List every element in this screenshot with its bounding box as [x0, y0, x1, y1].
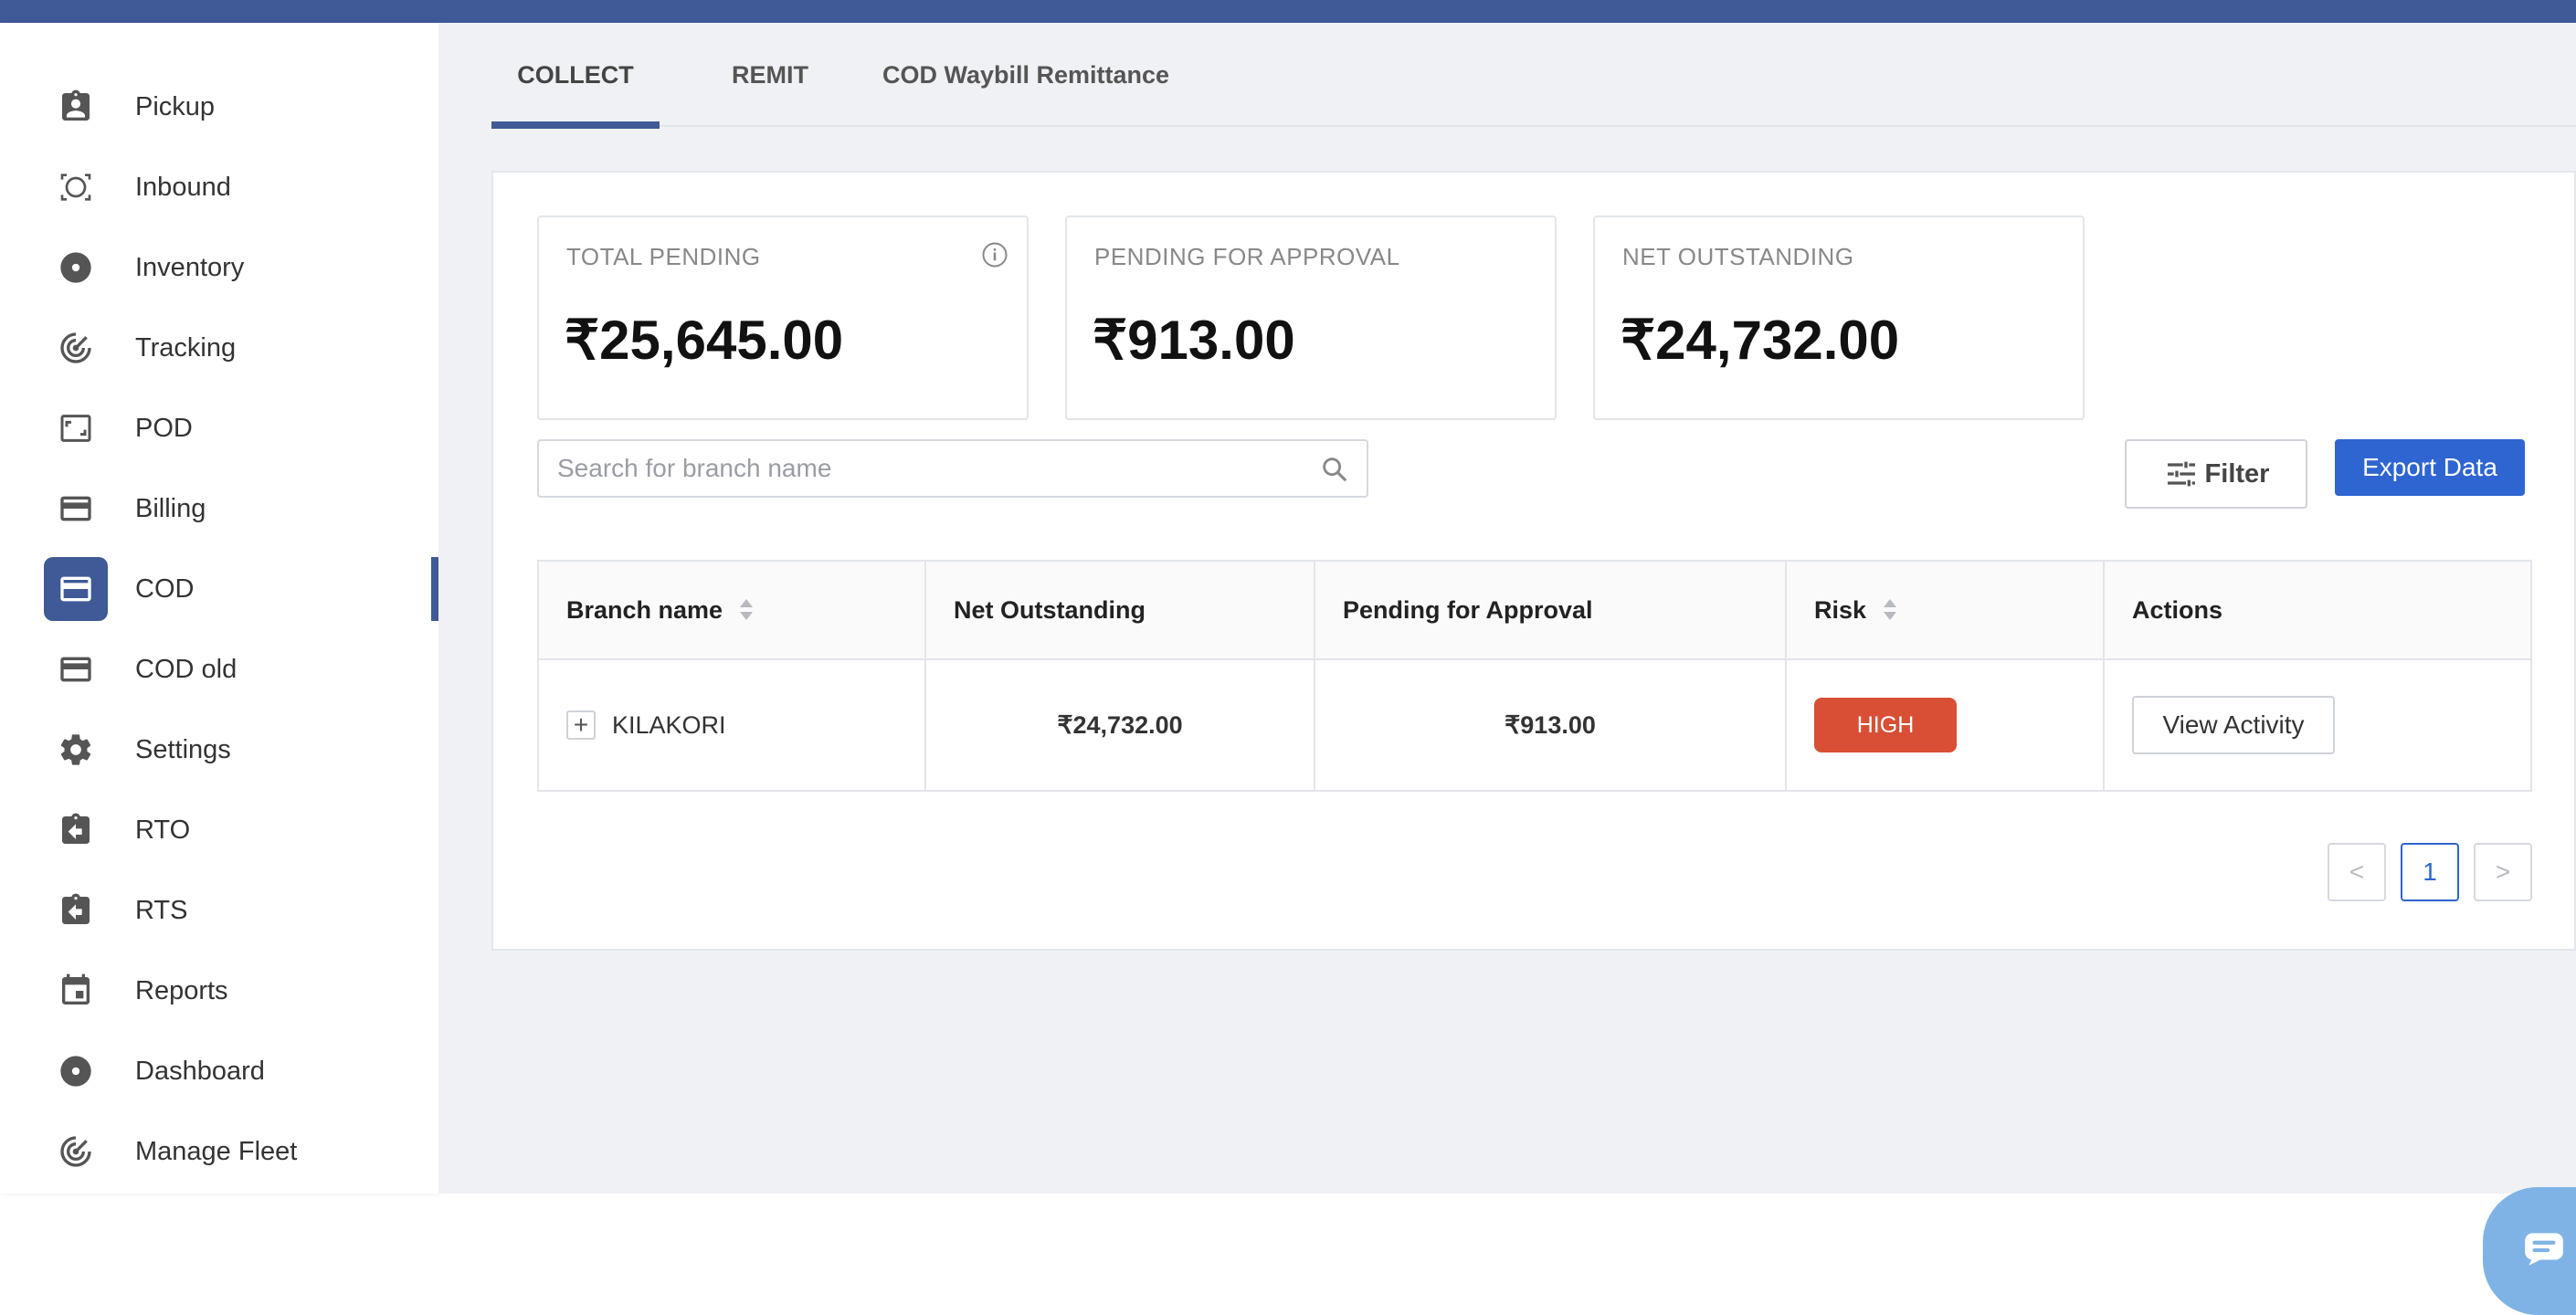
main-content: COLLECT REMIT COD Waybill Remittance TOT…	[438, 23, 2576, 1194]
sidebar-item-label: RTO	[135, 815, 191, 845]
cell-actions: View Activity	[2105, 660, 2530, 790]
sidebar-item-inventory[interactable]: Inventory	[0, 227, 438, 308]
credit-card-icon	[44, 477, 108, 541]
prev-page-button[interactable]: <	[2328, 843, 2386, 901]
export-data-button[interactable]: Export Data	[2335, 439, 2525, 496]
sidebar-item-rts[interactable]: RTS	[0, 870, 438, 951]
disc-icon	[44, 1039, 108, 1103]
sidebar-item-label: RTS	[135, 895, 188, 925]
sidebar-item-pickup[interactable]: Pickup	[0, 67, 438, 147]
header-branch-name[interactable]: Branch name	[539, 562, 926, 658]
sidebar: Pickup Inbound Inventory Tracking POD Bi…	[0, 23, 440, 1194]
stat-title: PENDING FOR APPROVAL	[1094, 243, 1400, 270]
filter-button[interactable]: Filter	[2125, 439, 2307, 509]
sidebar-item-cod-old[interactable]: COD old	[0, 629, 438, 710]
cell-pending-approval: ₹913.00	[1315, 660, 1787, 790]
cell-net-outstanding: ₹24,732.00	[926, 660, 1315, 790]
photo-frame-icon	[44, 396, 108, 460]
page-number-button[interactable]: 1	[2401, 843, 2459, 901]
stat-value: ₹25,645.00	[565, 310, 844, 371]
sidebar-item-label: Tracking	[135, 332, 237, 363]
table-row: + KILAKORI ₹24,732.00 ₹913.00 HIGH View …	[539, 660, 2530, 790]
sidebar-item-label: Pickup	[135, 91, 216, 121]
radar-icon	[44, 1120, 108, 1184]
sidebar-item-label: Inventory	[135, 252, 245, 282]
filter-label: Filter	[2204, 458, 2270, 489]
tab-cod-waybill-remittance[interactable]: COD Waybill Remittance	[881, 23, 1171, 127]
sort-icon[interactable]	[739, 597, 754, 623]
sort-icon[interactable]	[1883, 597, 1897, 623]
sidebar-item-tracking[interactable]: Tracking	[0, 308, 438, 388]
sliders-icon	[2167, 461, 2195, 487]
search-input[interactable]	[557, 450, 1288, 487]
radar-icon	[44, 316, 108, 380]
header-actions: Actions	[2132, 595, 2223, 624]
sidebar-item-manage-fleet[interactable]: Manage Fleet	[0, 1111, 438, 1192]
stat-net-outstanding: NET OUTSTANDING ₹24,732.00	[1593, 216, 2085, 420]
branch-name: KILAKORI	[612, 710, 726, 739]
chat-widget-button[interactable]	[2483, 1187, 2576, 1315]
chat-icon	[2525, 1233, 2563, 1266]
credit-card-icon	[44, 557, 108, 621]
stat-total-pending: TOTAL PENDING ₹25,645.00	[537, 216, 1029, 420]
search-box	[537, 439, 1368, 498]
stat-value: ₹913.00	[1093, 310, 1295, 371]
branch-table: Branch name Net Outstanding Pending for …	[537, 560, 2532, 792]
sidebar-item-settings[interactable]: Settings	[0, 710, 438, 790]
disc-icon	[44, 236, 108, 300]
search-icon[interactable]	[1319, 454, 1350, 485]
clipboard-return-icon	[44, 878, 108, 942]
info-icon[interactable]	[981, 241, 1008, 268]
table-header-row: Branch name Net Outstanding Pending for …	[539, 562, 2530, 660]
sidebar-item-label: COD old	[135, 654, 238, 684]
next-page-button[interactable]: >	[2474, 843, 2532, 901]
sidebar-item-billing[interactable]: Billing	[0, 468, 438, 549]
stat-pending-approval: PENDING FOR APPROVAL ₹913.00	[1065, 216, 1557, 420]
sidebar-item-dashboard[interactable]: Dashboard	[0, 1031, 438, 1111]
stat-value: ₹24,732.00	[1621, 310, 1900, 371]
sidebar-item-rto[interactable]: RTO	[0, 790, 438, 870]
header-risk[interactable]: Risk	[1787, 562, 2105, 658]
sidebar-item-label: Settings	[135, 734, 231, 764]
clipboard-user-icon	[44, 75, 108, 139]
credit-card-icon	[44, 637, 108, 701]
sidebar-item-label: COD	[135, 573, 195, 604]
collect-panel: TOTAL PENDING ₹25,645.00 PENDING FOR APP…	[491, 171, 2576, 951]
tab-collect[interactable]: COLLECT	[491, 23, 660, 129]
gear-icon	[44, 718, 108, 782]
view-activity-button[interactable]: View Activity	[2132, 696, 2335, 754]
sidebar-item-label: Billing	[135, 493, 206, 523]
sidebar-item-label: Manage Fleet	[135, 1136, 298, 1166]
expand-row-button[interactable]: +	[566, 710, 596, 740]
top-bar	[0, 0, 2576, 23]
scan-frame-icon	[44, 155, 108, 219]
sidebar-item-label: Inbound	[135, 172, 231, 202]
risk-badge: HIGH	[1814, 698, 1957, 752]
clipboard-return-icon	[44, 798, 108, 862]
stat-title: NET OUTSTANDING	[1622, 243, 1854, 270]
sidebar-item-label: Reports	[135, 975, 228, 1005]
cell-risk: HIGH	[1787, 660, 2105, 790]
stat-title: TOTAL PENDING	[566, 243, 761, 270]
sidebar-item-inbound[interactable]: Inbound	[0, 147, 438, 227]
calendar-icon	[44, 959, 108, 1023]
header-pending-approval: Pending for Approval	[1315, 562, 1787, 658]
sidebar-item-label: Dashboard	[135, 1056, 265, 1086]
header-net-outstanding: Net Outstanding	[926, 562, 1315, 658]
sidebar-item-cod[interactable]: COD	[0, 549, 440, 629]
cell-branch: + KILAKORI	[539, 660, 926, 790]
sidebar-item-label: POD	[135, 413, 193, 443]
export-label: Export Data	[2362, 453, 2497, 481]
tab-bar: COLLECT REMIT COD Waybill Remittance	[491, 23, 2576, 129]
sidebar-item-reports[interactable]: Reports	[0, 951, 438, 1031]
sidebar-item-pod[interactable]: POD	[0, 388, 438, 468]
tab-remit[interactable]: REMIT	[714, 23, 826, 127]
